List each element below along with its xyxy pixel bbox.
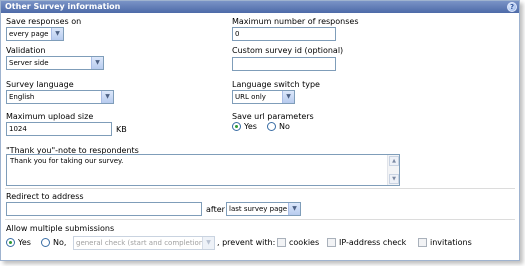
ip-check-label[interactable]: IP-address check [339,238,406,247]
scroll-down-icon[interactable]: ▼ [389,174,399,184]
panel-title-bar: Other Survey information ? [1,1,519,13]
survey-language-label: Survey language [6,80,74,89]
lang-switch-select[interactable]: URL only ▼ [232,90,295,104]
lang-switch-value: URL only [235,93,266,101]
invitations-checkbox[interactable] [418,238,427,247]
redirect-after-select[interactable]: last survey page ▼ [226,202,301,216]
thanks-scrollbar[interactable]: ▲ ▼ [387,155,399,185]
custom-id-input[interactable] [232,57,336,71]
save-responses-label: Save responses on [6,17,82,26]
max-upload-label: Maximum upload size [6,112,94,121]
validation-select[interactable]: Server side ▼ [6,56,104,70]
divider [5,188,515,189]
save-url-yes-label[interactable]: Yes [244,122,257,131]
prevent-label: , prevent with: [217,238,276,247]
multiple-no-radio[interactable] [41,238,50,247]
survey-language-value: English [9,93,35,101]
chevron-down-icon: ▼ [91,57,103,69]
custom-id-label: Custom survey id (optional) [232,46,344,55]
max-upload-input[interactable]: 1024 [6,122,112,136]
survey-language-select[interactable]: English ▼ [6,90,114,104]
chevron-down-icon: ▼ [202,237,214,249]
multiple-yes-radio[interactable] [6,238,15,247]
save-responses-value: every page [9,30,49,38]
multiple-check-value: general check (start and completion) [76,239,206,247]
save-url-no-radio[interactable] [267,122,276,131]
save-url-no-label[interactable]: No [279,122,290,131]
survey-info-panel: Other Survey information ? Save response… [0,0,520,261]
chevron-down-icon: ▼ [101,91,113,103]
chevron-down-icon: ▼ [282,91,294,103]
redirect-after-label: after [206,205,225,214]
multiple-check-select[interactable]: general check (start and completion) ▼ [73,236,215,250]
validation-label: Validation [6,46,46,55]
redirect-label: Redirect to address [6,192,84,201]
validation-value: Server side [9,59,49,67]
scroll-up-icon[interactable]: ▲ [389,156,399,166]
divider [5,219,515,220]
save-url-yes-radio[interactable] [232,122,241,131]
redirect-after-value: last survey page [229,205,288,213]
lang-switch-label: Language switch type [232,80,320,89]
redirect-input[interactable] [6,202,202,216]
thanks-textarea[interactable]: Thank you for taking our survey. ▲ ▼ [6,154,400,186]
max-responses-label: Maximum number of responses [232,17,359,26]
save-responses-select[interactable]: every page ▼ [6,27,64,41]
multiple-label: Allow multiple submissions [6,224,115,233]
save-url-label: Save url parameters [232,112,314,121]
max-responses-input[interactable]: 0 [232,27,336,41]
max-upload-unit: KB [116,125,127,134]
ip-check-checkbox[interactable] [327,238,336,247]
cookies-checkbox[interactable] [277,238,286,247]
help-icon[interactable]: ? [507,2,517,12]
invitations-label[interactable]: invitations [430,238,472,247]
panel-title: Other Survey information [5,2,121,11]
multiple-yes-label[interactable]: Yes [18,238,31,247]
thanks-text: Thank you for taking our survey. [10,157,124,165]
cookies-label[interactable]: cookies [289,238,319,247]
chevron-down-icon: ▼ [288,203,300,215]
multiple-no-label[interactable]: No, [53,238,66,247]
chevron-down-icon: ▼ [51,28,63,40]
